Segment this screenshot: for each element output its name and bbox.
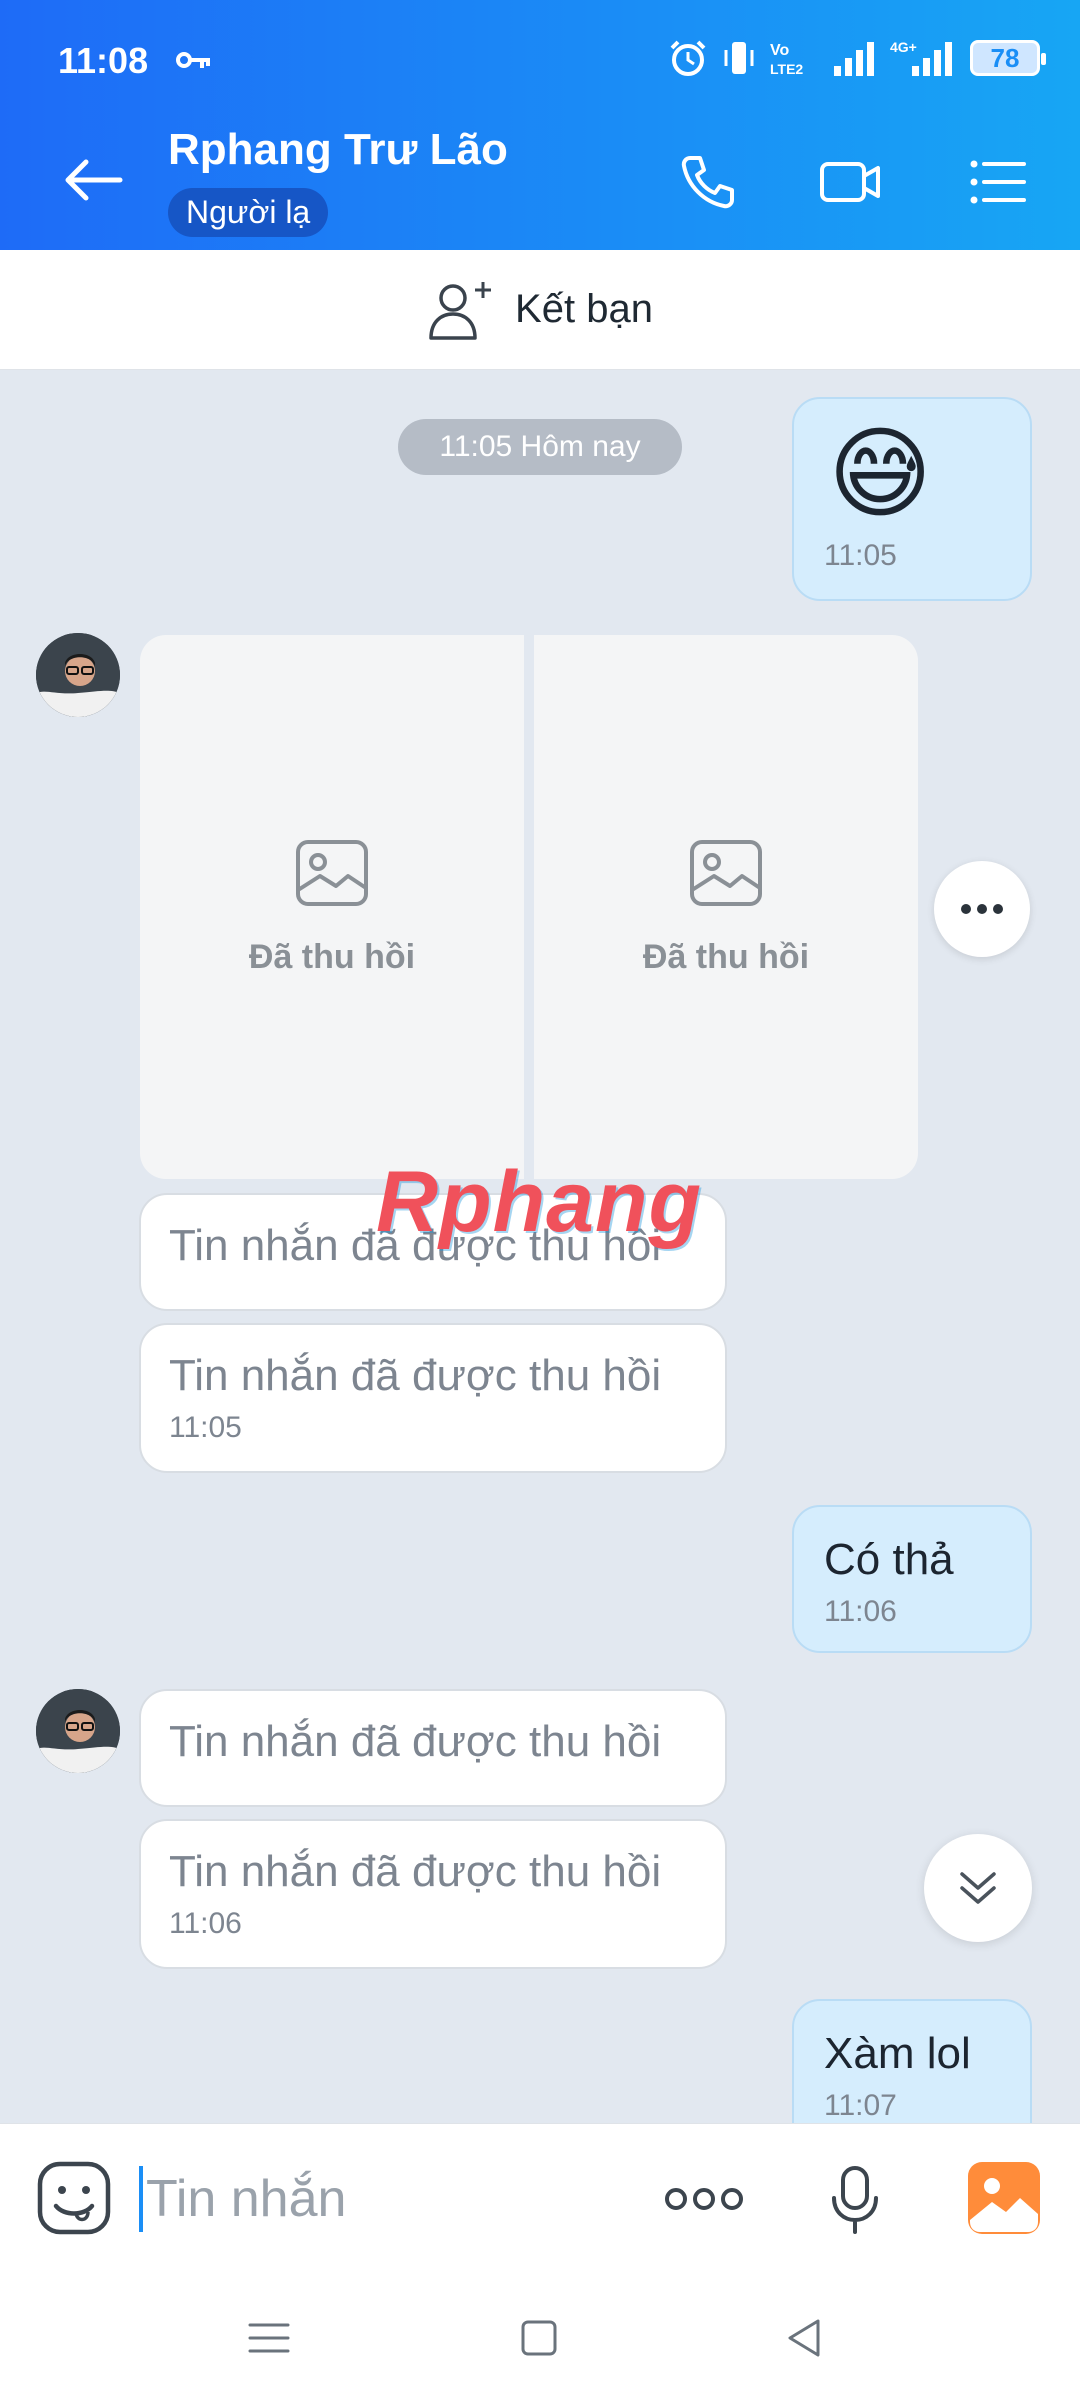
app-header: 11:08 Vo LTE2 4G+ 78 Rphang Trư Lão Ngườ… xyxy=(0,0,1080,250)
recalled-label: Đã thu hồi xyxy=(248,937,416,976)
message-text: Tin nhắn đã được thu hồi xyxy=(169,1717,662,1766)
outgoing-message[interactable]: Có thả 11:06 xyxy=(792,1505,1032,1653)
scroll-to-bottom-button[interactable] xyxy=(924,1834,1032,1942)
gallery-image-icon[interactable] xyxy=(966,2160,1042,2236)
text-cursor xyxy=(139,2166,143,2232)
add-friend-label: Kết bạn xyxy=(515,287,653,331)
timestamp-pill: 11:05 Hôm nay xyxy=(398,419,682,475)
svg-text:Vo: Vo xyxy=(770,42,789,59)
message-input[interactable] xyxy=(146,2164,626,2234)
svg-text:LTE2: LTE2 xyxy=(770,61,803,77)
recalled-image-tile[interactable]: Đã thu hồi xyxy=(140,635,524,1179)
network-type: 4G+ xyxy=(890,39,917,55)
signal-icon-2: 4G+ xyxy=(890,39,952,76)
more-dots-icon xyxy=(961,904,1003,914)
message-text: Tin nhắn đã được thu hồi xyxy=(169,1847,662,1896)
signal-icon-1 xyxy=(834,42,874,76)
chat-title[interactable]: Rphang Trư Lão xyxy=(168,125,508,175)
battery-icon: 78 xyxy=(970,40,1046,76)
vibrate-icon xyxy=(724,42,754,74)
outgoing-message[interactable]: Xàm lol 11:07 xyxy=(792,1999,1032,2123)
recalled-image-group[interactable]: Đã thu hồi Đã thu hồi xyxy=(140,635,918,1179)
incoming-message-recalled[interactable]: Tin nhắn đã được thu hồi 11:05 xyxy=(139,1323,727,1473)
message-time: 11:06 xyxy=(169,1907,242,1940)
back-arrow-icon[interactable] xyxy=(58,150,128,210)
avatar[interactable] xyxy=(36,633,120,717)
avatar[interactable] xyxy=(36,1689,120,1773)
add-person-icon xyxy=(429,281,492,340)
chat-messages[interactable]: 11:05 Hôm nay 😅 11:05 Đã thu hồi Đã thu … xyxy=(0,371,1080,2123)
message-time: 11:05 xyxy=(169,1411,242,1444)
back-nav-icon[interactable] xyxy=(780,2313,830,2363)
phone-icon[interactable] xyxy=(676,150,740,214)
message-time: 11:06 xyxy=(824,1595,897,1628)
incoming-message-recalled[interactable]: Tin nhắn đã được thu hồi 11:06 xyxy=(139,1819,727,1969)
message-time: 11:07 xyxy=(824,2089,897,2122)
volte-icon: Vo LTE2 xyxy=(770,42,803,77)
menu-list-icon[interactable] xyxy=(966,150,1030,214)
home-icon[interactable] xyxy=(514,2313,564,2363)
status-time: 11:08 xyxy=(58,40,149,81)
avatar-image xyxy=(36,1689,120,1773)
more-options-button[interactable] xyxy=(934,861,1030,957)
image-placeholder-icon xyxy=(690,839,762,906)
image-placeholder-icon xyxy=(296,839,368,906)
message-text: Xàm lol xyxy=(824,2029,971,2078)
double-chevron-down-icon xyxy=(960,1872,996,1904)
emoji-sweat-smile: 😅 xyxy=(828,418,933,530)
message-text: Tin nhắn đã được thu hồi xyxy=(169,1351,662,1400)
add-friend-button[interactable]: Kết bạn xyxy=(0,250,1080,370)
stranger-badge: Người lạ xyxy=(168,188,329,237)
message-text: Có thả xyxy=(824,1535,954,1584)
video-call-icon[interactable] xyxy=(818,150,882,214)
watermark-logo: Rphang xyxy=(376,1154,703,1250)
microphone-icon[interactable] xyxy=(830,2164,880,2236)
message-time: 11:05 xyxy=(824,539,897,572)
sticker-emoji-icon[interactable] xyxy=(36,2160,112,2236)
recalled-label: Đã thu hồi xyxy=(642,937,810,976)
outgoing-message-emoji[interactable]: 😅 11:05 xyxy=(792,397,1032,601)
recalled-image-tile[interactable]: Đã thu hồi xyxy=(534,635,918,1179)
message-composer xyxy=(0,2123,1080,2273)
more-dots-icon[interactable] xyxy=(664,2184,744,2214)
recent-apps-icon[interactable] xyxy=(244,2313,294,2363)
status-icons: Vo LTE2 4G+ 78 xyxy=(668,38,1046,78)
system-navigation-bar xyxy=(0,2273,1080,2400)
avatar-image xyxy=(36,633,120,717)
alarm-icon xyxy=(670,40,706,76)
key-icon xyxy=(176,52,210,68)
incoming-message-recalled[interactable]: Tin nhắn đã được thu hồi xyxy=(139,1689,727,1807)
